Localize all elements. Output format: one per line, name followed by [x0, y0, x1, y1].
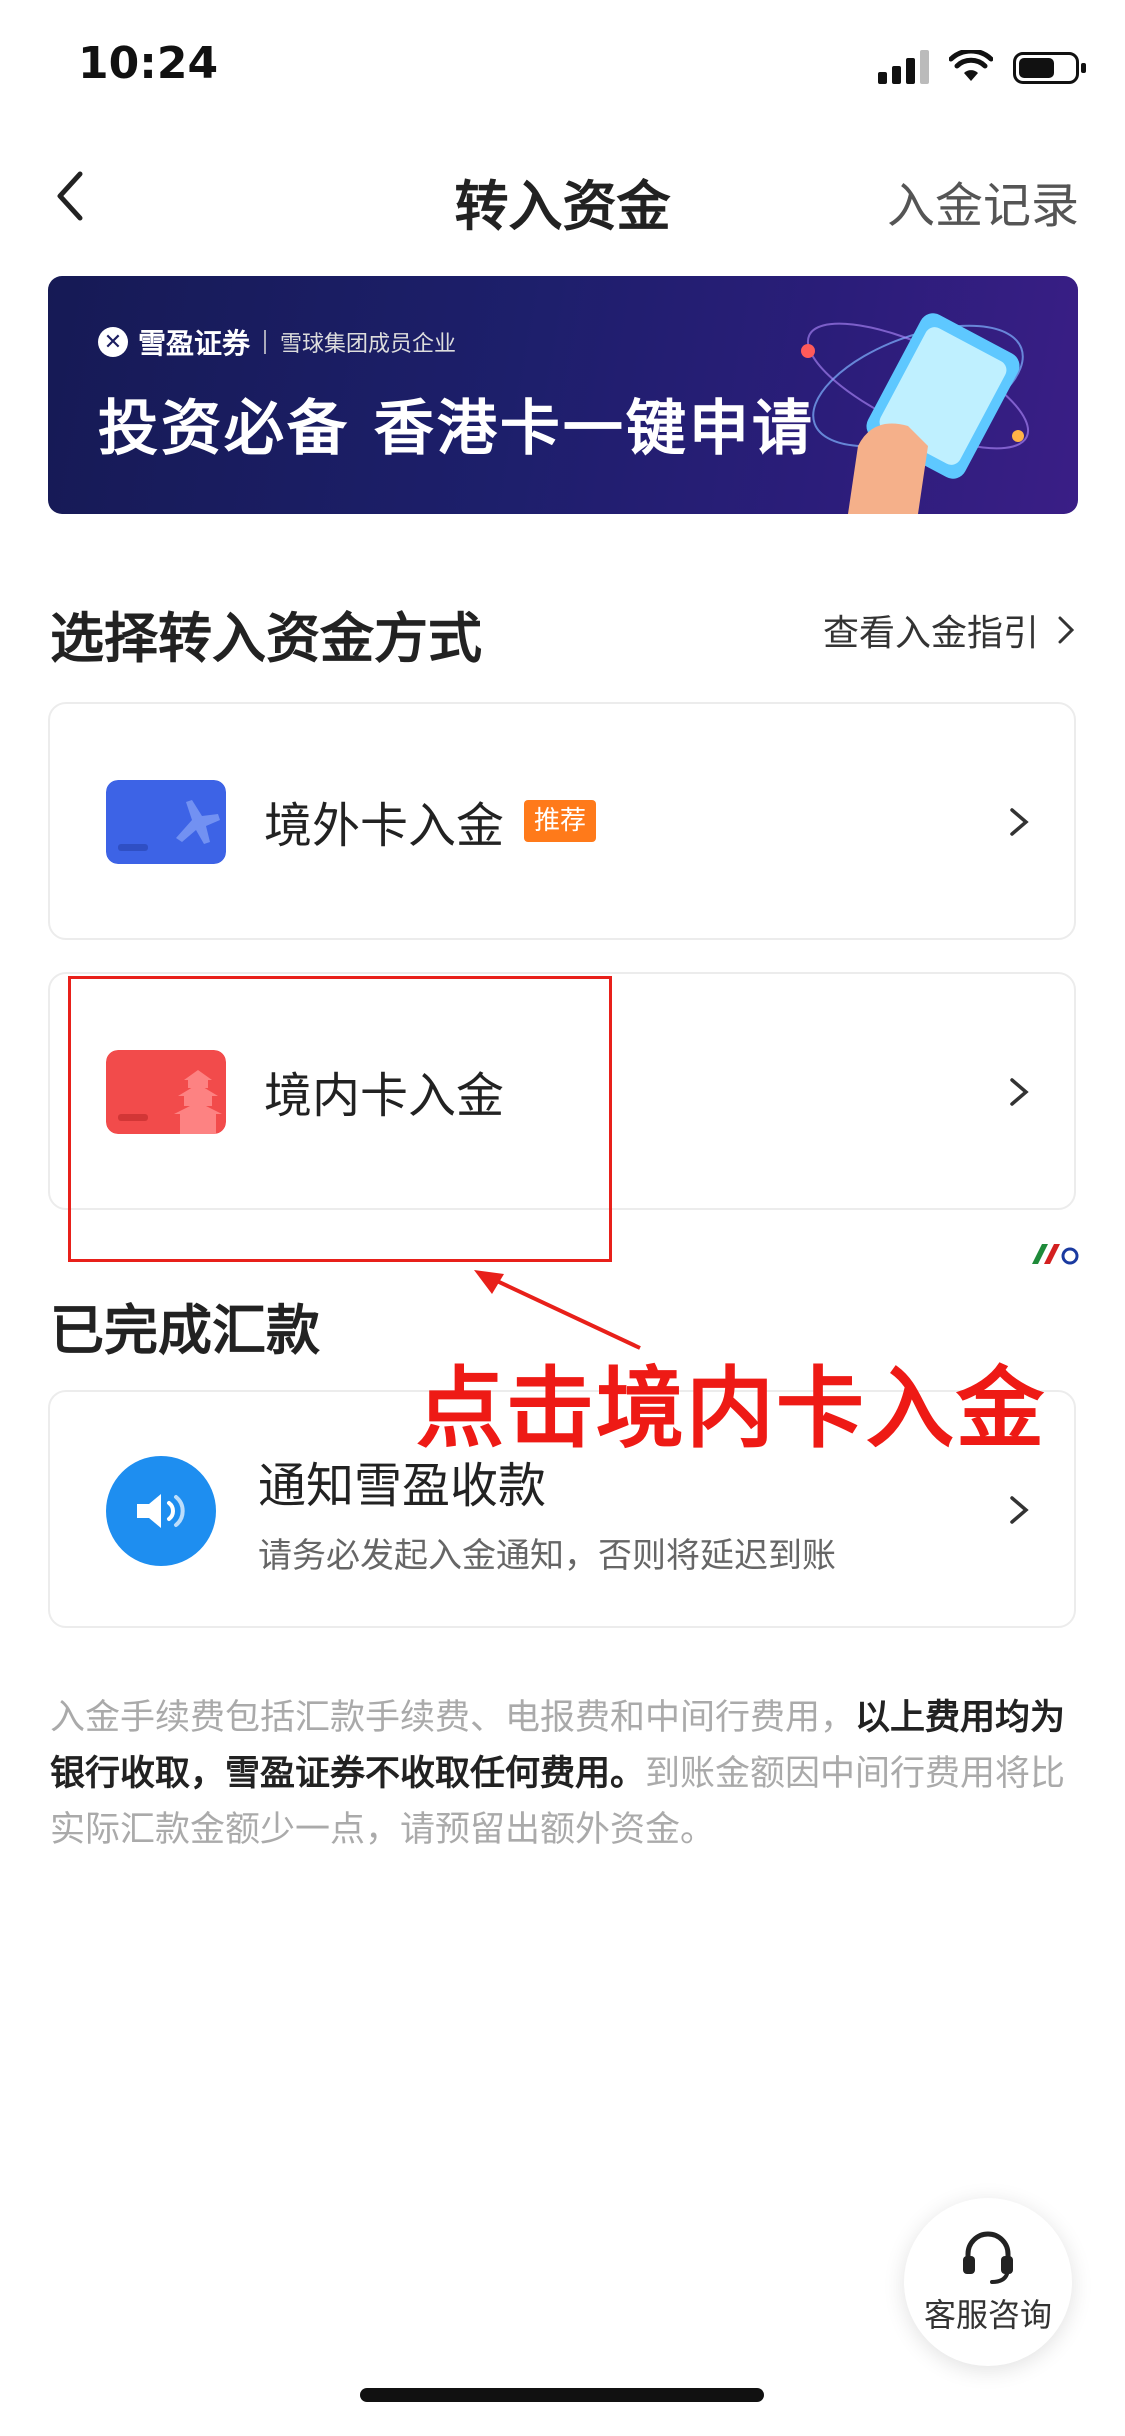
section-title: 选择转入资金方式 [50, 607, 482, 670]
promo-banner[interactable]: ✕ 雪盈证券 雪球集团成员企业 投资必备 香港卡一键申请 [48, 276, 1078, 514]
watermark-logo-icon [1032, 1244, 1079, 1265]
recommend-badge: 推荐 [524, 800, 597, 842]
deposit-records-link[interactable]: 入金记录 [887, 166, 1079, 236]
deposit-guide-label: 查看入金指引 [822, 613, 1039, 654]
hand-holding-card-illustration [801, 313, 1030, 514]
speaker-icon [106, 1456, 216, 1566]
customer-service-button[interactable]: 客服咨询 [904, 2198, 1072, 2366]
fee-footnote: 入金手续费包括汇款手续费、电报费和中间行费用，以上费用均为银行收取，雪盈证券不收… [50, 1690, 1080, 1858]
battery-icon [1013, 52, 1086, 84]
brand-subtitle: 雪球集团成员企业 [280, 332, 457, 357]
notify-subtitle: 请务必发起入金通知，否则将延迟到账 [258, 1536, 836, 1576]
customer-service-label: 客服咨询 [923, 2296, 1052, 2334]
chevron-right-icon [1058, 616, 1075, 644]
annotation-highlight-box [68, 976, 612, 1262]
home-indicator[interactable] [360, 2388, 764, 2402]
deposit-guide-link[interactable]: 查看入金指引 [823, 604, 1075, 656]
wifi-icon [949, 50, 993, 81]
overseas-card-deposit-option[interactable]: 境外卡入金 推荐 [48, 702, 1076, 940]
status-time: 10:24 [78, 38, 219, 89]
cellular-signal-icon [878, 48, 929, 84]
plane-card-icon [106, 780, 226, 864]
option-title: 境外卡入金 [264, 798, 505, 854]
footnote-part1: 入金手续费包括汇款手续费、电报费和中间行费用， [50, 1698, 856, 1738]
banner-headline: 投资必备 香港卡一键申请 [98, 394, 815, 464]
chevron-right-icon [1010, 808, 1029, 836]
logo-divider [264, 330, 267, 354]
chevron-right-icon [1010, 1078, 1029, 1106]
status-icons [878, 48, 1086, 84]
completed-section-title: 已完成汇款 [50, 1299, 320, 1362]
brand-logo-icon: ✕ [98, 327, 128, 357]
option-label: 境外卡入金 推荐 [264, 786, 597, 856]
chevron-right-icon [1010, 1496, 1029, 1524]
brand-logo: ✕ 雪盈证券 雪球集团成员企业 [98, 322, 456, 362]
annotation-text: 点击境内卡入金 [416, 1357, 1047, 1460]
brand-name: 雪盈证券 [138, 327, 251, 360]
headset-icon [963, 2231, 1013, 2284]
